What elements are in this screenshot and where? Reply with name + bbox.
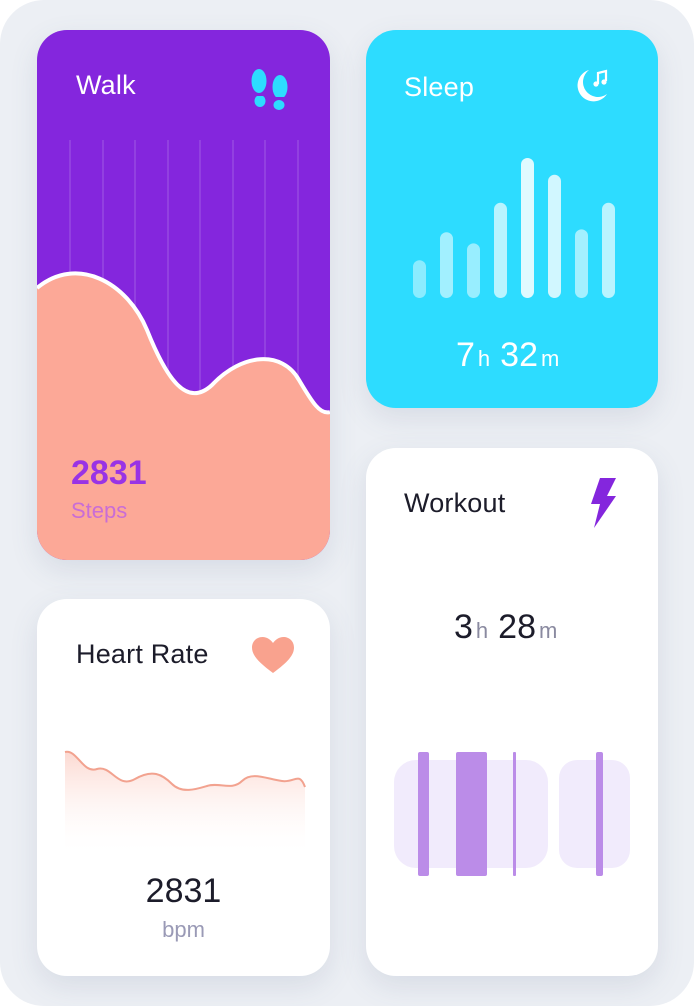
sleep-bar [494, 202, 507, 298]
sleep-bar [440, 232, 453, 298]
sleep-hours-unit: h [477, 346, 491, 371]
sleep-minutes-unit: m [541, 346, 560, 371]
footsteps-icon [250, 69, 290, 110]
sleep-duration: 7 h 32 m [456, 336, 559, 375]
heart-rate-area [65, 751, 305, 857]
heart-rate-unit: bpm [162, 917, 205, 942]
workout-segment [513, 752, 516, 876]
sleep-card[interactable]: Sleep 7 h 32 m [366, 30, 658, 408]
heart-rate-card[interactable]: Heart Rate 2831 bpm [37, 599, 330, 976]
workout-segment [418, 752, 429, 876]
sleep-bar [548, 174, 561, 298]
workout-track [559, 760, 630, 868]
steps-unit: Steps [71, 498, 128, 523]
sleep-bar [467, 243, 480, 298]
walk-title: Walk [76, 70, 136, 100]
workout-card[interactable]: Workout 3 h 28 m [366, 448, 658, 976]
steps-value: 2831 [71, 454, 147, 492]
sleep-minutes: 32 [500, 336, 538, 374]
sleep-bar [602, 202, 615, 298]
sleep-bar [413, 260, 426, 298]
sleep-bar [575, 229, 588, 298]
heart-rate-value: 2831 [145, 872, 222, 910]
workout-segment [456, 752, 487, 876]
workout-segment [596, 752, 603, 876]
sleep-bar [521, 158, 534, 298]
sleep-hours: 7 [456, 336, 475, 374]
dashboard-frame: Walk 2831 Steps Sleep 7 h 32 m Heart Rat… [0, 0, 694, 1006]
workout-timeline [394, 752, 630, 876]
walk-card[interactable]: Walk 2831 Steps [37, 30, 330, 560]
